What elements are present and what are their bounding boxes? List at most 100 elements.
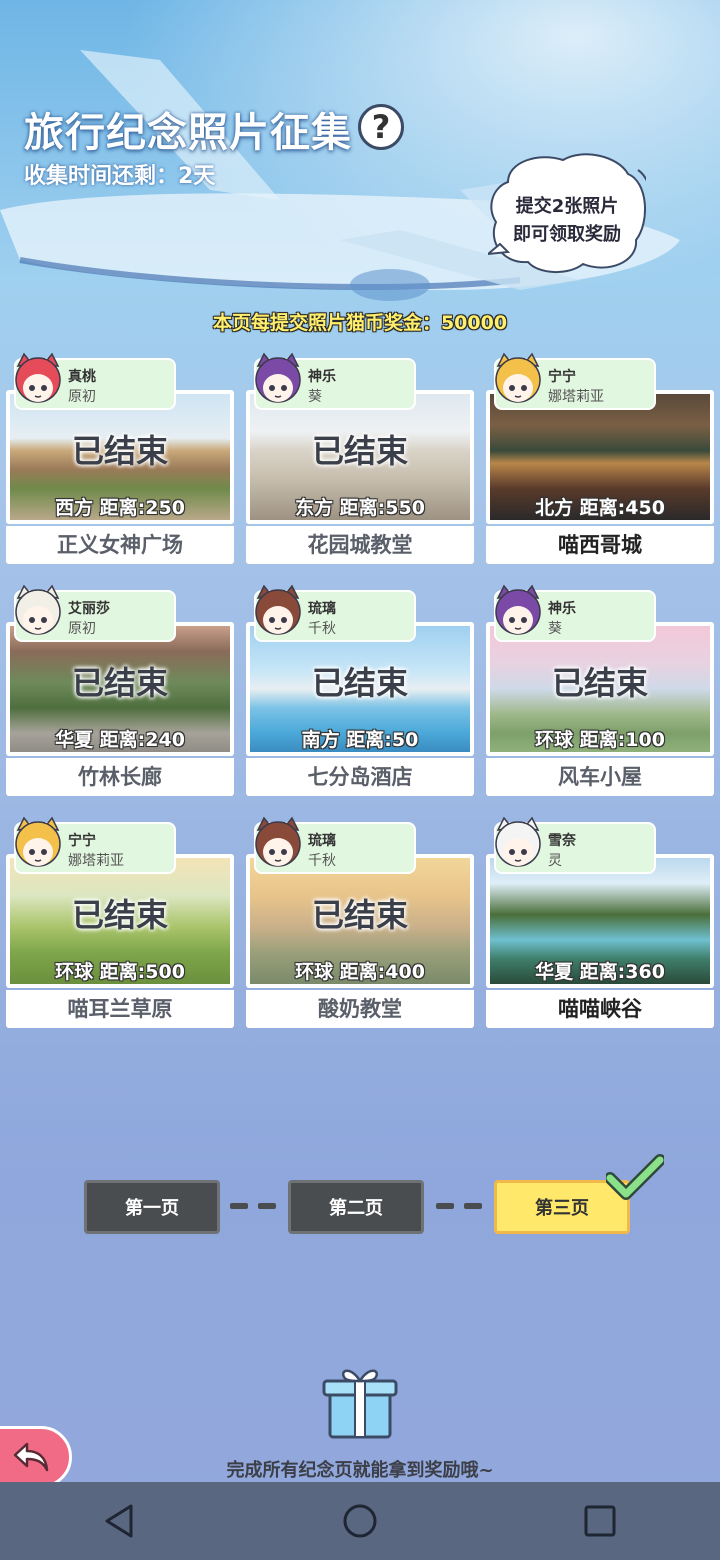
photo-frame: 北方 距离:450	[486, 390, 714, 524]
character-avatar-icon	[495, 816, 541, 867]
back-button[interactable]	[0, 1426, 72, 1488]
character-variant: 原初	[68, 621, 96, 637]
bonus-text: 本页每提交照片猫币奖金：50000	[212, 312, 508, 334]
place-name: 风车小屋	[486, 758, 714, 796]
photo-card[interactable]: 已结束 东方 距离:550 花园城教堂 神乐葵	[246, 352, 474, 564]
distance-label: 东方 距离:550	[295, 497, 425, 519]
bonus-banner: 本页每提交照片猫币奖金：50000	[0, 306, 720, 337]
distance-label: 环球 距离:400	[295, 961, 425, 983]
character-variant: 娜塔莉亚	[68, 853, 124, 869]
help-button[interactable]: ?	[358, 104, 404, 150]
distance-label: 环球 距离:100	[535, 729, 665, 751]
character-variant: 娜塔莉亚	[548, 389, 604, 405]
page-2-label: 第二页	[329, 1198, 383, 1219]
page-2-button[interactable]: 第二页	[288, 1180, 424, 1234]
character-variant: 千秋	[308, 621, 336, 637]
photo-card[interactable]: 已结束 环球 距离:400 酸奶教堂 琉璃 千秋	[246, 816, 474, 1028]
question-mark-icon: ?	[371, 108, 391, 146]
photo-card[interactable]: 已结束 环球 距离:100 风车小屋 神乐葵	[486, 584, 714, 796]
photo-frame: 已结束华夏 距离:240	[6, 622, 234, 756]
photo-card[interactable]: 已结束 华夏 距离:240 竹林长廊 艾丽莎 原初	[6, 584, 234, 796]
photo-frame: 已结束东方 距离:550	[246, 390, 474, 524]
photo-card[interactable]: 已结束 南方 距离:50 七分岛酒店 琉璃 千秋	[246, 584, 474, 796]
back-arrow-icon	[13, 1442, 49, 1472]
photo-frame: 已结束西方 距离:250	[6, 390, 234, 524]
photo-card[interactable]: 已结束 西方 距离:250 正义女神广场 真桃 原初	[6, 352, 234, 564]
character-avatar-icon	[495, 584, 541, 635]
character-name: 真桃	[68, 369, 96, 385]
status-label: 已结束	[311, 664, 408, 702]
bubble-line-2: 即可领取奖励	[513, 224, 621, 245]
character-avatar-icon	[15, 816, 61, 867]
photo-frame: 已结束环球 距离:400	[246, 854, 474, 988]
character-variant: 灵	[548, 853, 562, 869]
time-remaining: 收集时间还剩：2天	[24, 164, 216, 189]
page-3-label: 第三页	[535, 1198, 589, 1219]
status-label: 已结束	[311, 432, 408, 470]
distance-label: 北方 距离:450	[535, 497, 665, 519]
character-name: 琉璃	[308, 601, 336, 617]
photo-frame: 华夏 距离:360	[486, 854, 714, 988]
character-name: 琉璃	[308, 833, 336, 849]
character-avatar-icon	[15, 352, 61, 403]
place-name: 七分岛酒店	[246, 758, 474, 796]
place-name: 喵西哥城	[486, 526, 714, 564]
circle-home-icon	[343, 1504, 377, 1538]
distance-label: 南方 距离:50	[301, 729, 419, 751]
character-avatar-icon	[495, 352, 541, 403]
character-variant: 原初	[68, 389, 96, 405]
page-title: 旅行纪念照片征集	[24, 110, 352, 156]
character-name: 雪奈	[548, 833, 576, 849]
photo-frame: 已结束南方 距离:50	[246, 622, 474, 756]
page-1-button[interactable]: 第一页	[84, 1180, 220, 1234]
character-variant: 葵	[548, 621, 562, 637]
character-name: 宁宁	[548, 369, 576, 385]
photo-card[interactable]: 北方 距离:450 喵西哥城 宁宁娜塔莉亚	[486, 352, 714, 564]
system-nav-bar	[0, 1482, 720, 1560]
character-name: 宁宁	[68, 833, 96, 849]
gift-box-icon[interactable]	[322, 1365, 398, 1441]
status-label: 已结束	[71, 664, 168, 702]
photo-frame: 已结束环球 距离:100	[486, 622, 714, 756]
place-name: 竹林长廊	[6, 758, 234, 796]
nav-home-button[interactable]	[320, 1482, 400, 1560]
photo-card[interactable]: 华夏 距离:360 喵喵峡谷 雪奈灵	[486, 816, 714, 1028]
place-name: 花园城教堂	[246, 526, 474, 564]
character-name: 艾丽莎	[68, 601, 110, 617]
character-name: 神乐	[548, 601, 576, 617]
character-avatar-icon	[255, 816, 301, 867]
character-variant: 千秋	[308, 853, 336, 869]
speech-bubble-text: 提交2张照片 即可领取奖励	[488, 193, 646, 249]
distance-label: 华夏 距离:240	[55, 729, 185, 751]
checkmark-icon	[606, 1154, 664, 1200]
status-label: 已结束	[71, 432, 168, 470]
character-avatar-icon	[15, 584, 61, 635]
pager-dash	[464, 1203, 482, 1209]
character-variant: 葵	[308, 389, 322, 405]
status-label: 已结束	[311, 896, 408, 934]
pager-dash	[436, 1203, 454, 1209]
screen: 旅行纪念照片征集 ? 收集时间还剩：2天 提交2张照片 即可领取奖励 本页每提交…	[0, 0, 720, 1560]
distance-label: 环球 距离:500	[55, 961, 185, 983]
place-name: 正义女神广场	[6, 526, 234, 564]
status-label: 已结束	[551, 664, 648, 702]
character-avatar-icon	[255, 584, 301, 635]
place-name: 喵喵峡谷	[486, 990, 714, 1028]
square-recent-icon	[584, 1505, 616, 1537]
nav-back-button[interactable]	[80, 1482, 160, 1560]
character-avatar-icon	[255, 352, 301, 403]
distance-label: 西方 距离:250	[55, 497, 185, 519]
photo-frame: 已结束环球 距离:500	[6, 854, 234, 988]
page-1-label: 第一页	[125, 1198, 179, 1219]
pager-dash	[230, 1203, 248, 1209]
status-label: 已结束	[71, 896, 168, 934]
pager-dash	[258, 1203, 276, 1209]
character-name: 神乐	[308, 369, 336, 385]
bubble-line-1: 提交2张照片	[515, 196, 619, 217]
nav-recent-button[interactable]	[560, 1482, 640, 1560]
distance-label: 华夏 距离:360	[535, 961, 665, 983]
place-name: 酸奶教堂	[246, 990, 474, 1028]
triangle-back-icon	[105, 1504, 133, 1538]
photo-card[interactable]: 已结束 环球 距离:500 喵耳兰草原 宁宁 娜塔莉亚	[6, 816, 234, 1028]
finish-message: 完成所有纪念页就能拿到奖励哦~	[226, 1460, 494, 1481]
